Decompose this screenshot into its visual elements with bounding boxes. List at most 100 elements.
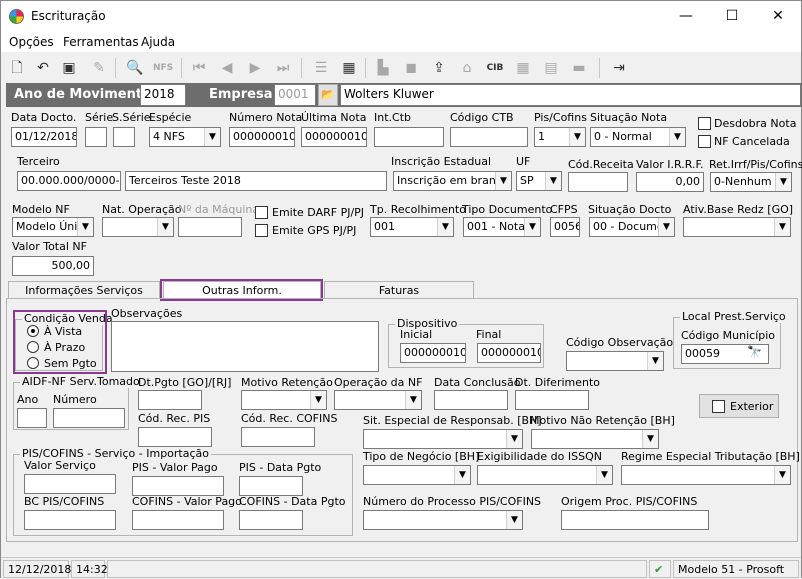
undo-icon[interactable]: ↶ bbox=[33, 58, 53, 78]
exterior-checkbox[interactable] bbox=[712, 400, 725, 413]
uf-select[interactable]: SP ▼ bbox=[516, 171, 562, 191]
valor-servico-label: Valor Serviço bbox=[24, 459, 96, 472]
motivo-retencao-select[interactable]: ▼ bbox=[241, 390, 327, 410]
tab-faturas[interactable]: Faturas bbox=[324, 281, 474, 299]
exit-icon[interactable]: ⇥ bbox=[609, 58, 629, 78]
new-icon[interactable]: 🗋 bbox=[7, 58, 27, 78]
aidf-numero-field[interactable] bbox=[53, 408, 125, 428]
save-icon[interactable]: ▣ bbox=[59, 58, 79, 78]
grid-icon[interactable]: ▦ bbox=[513, 58, 533, 78]
calculator-icon[interactable]: ▦ bbox=[339, 58, 359, 78]
numero-nota-field[interactable]: 0000000100 bbox=[229, 127, 295, 147]
chevron-down-icon: ▼ bbox=[775, 173, 791, 191]
chevron-down-icon: ▼ bbox=[669, 128, 685, 146]
inicial-field[interactable]: 0000000100 bbox=[400, 343, 466, 363]
minimize-button[interactable]: — bbox=[663, 1, 709, 32]
ret-select[interactable]: 0-Nenhum ▼ bbox=[710, 172, 792, 192]
ativ-base-select[interactable]: ▼ bbox=[683, 217, 791, 237]
data-conclusao-field[interactable] bbox=[434, 390, 508, 410]
tipo-negocio-select[interactable]: ▼ bbox=[363, 465, 471, 485]
sit-especial-select[interactable]: ▼ bbox=[363, 429, 523, 449]
menu-ajuda[interactable]: Ajuda bbox=[141, 35, 175, 49]
n-maquina-field[interactable] bbox=[178, 217, 242, 237]
chevron-down-icon: ▼ bbox=[647, 352, 663, 370]
folder-icon[interactable]: ▙ bbox=[373, 58, 393, 78]
last-icon[interactable]: ⏭ bbox=[273, 58, 293, 78]
origem-proc-field[interactable] bbox=[561, 510, 709, 530]
chevron-down-icon: ▼ bbox=[642, 430, 658, 448]
tp-recolhimento-select[interactable]: 001 ▼ bbox=[370, 217, 454, 237]
list-icon[interactable]: ☰ bbox=[311, 58, 331, 78]
maximize-button[interactable]: ☐ bbox=[709, 1, 755, 32]
emite-gps-checkbox[interactable] bbox=[255, 224, 268, 237]
cod-receita-field[interactable] bbox=[568, 172, 628, 192]
nfs-icon[interactable]: NFS bbox=[153, 58, 173, 78]
desdobra-nota-checkbox[interactable] bbox=[698, 117, 711, 130]
close-button[interactable]: ✕ bbox=[755, 1, 801, 32]
cod-rec-cofins-field[interactable] bbox=[241, 427, 315, 447]
emite-darf-checkbox[interactable] bbox=[255, 206, 268, 219]
sserie-field[interactable] bbox=[113, 127, 135, 147]
cib-icon[interactable]: CIB bbox=[485, 58, 505, 78]
exterior-checkbox-group[interactable]: Exterior bbox=[699, 394, 779, 418]
situacao-nota-select[interactable]: 0 - Normal ▼ bbox=[590, 127, 686, 147]
grid2-icon[interactable]: ▤ bbox=[541, 58, 561, 78]
exigibilidade-select[interactable]: ▼ bbox=[477, 465, 613, 485]
terceiro-code-field[interactable]: 00.000.000/0000-00 bbox=[17, 171, 121, 191]
tipo-documento-select[interactable]: 001 - Nota F ▼ bbox=[463, 217, 541, 237]
dt-diferimento-field[interactable] bbox=[515, 390, 589, 410]
main-window: Escrituração — ☐ ✕ Opções Ferramentas Aj… bbox=[0, 0, 802, 579]
cod-rec-pis-field[interactable] bbox=[138, 427, 212, 447]
operacao-nf-select[interactable]: ▼ bbox=[334, 390, 422, 410]
house-icon[interactable]: ⌂ bbox=[457, 58, 477, 78]
folder-open-icon[interactable]: 📂 bbox=[318, 84, 338, 106]
ano-field[interactable]: 2018 bbox=[140, 84, 186, 106]
delete-icon[interactable]: ✎ bbox=[89, 58, 109, 78]
numero-processo-select[interactable]: ▼ bbox=[363, 510, 523, 530]
valor-total-field[interactable]: 500,00 bbox=[12, 256, 94, 276]
regime-select[interactable]: ▼ bbox=[621, 465, 791, 485]
nat-operacao-select[interactable]: ▼ bbox=[102, 217, 174, 237]
bc-pis-field[interactable] bbox=[24, 510, 116, 530]
final-field[interactable]: 0000000100 bbox=[477, 343, 541, 363]
codigo-ctb-field[interactable] bbox=[450, 127, 528, 147]
int-ctb-field[interactable] bbox=[374, 127, 444, 147]
upload-icon[interactable]: ⇪ bbox=[429, 58, 449, 78]
menu-ferramentas[interactable]: Ferramentas bbox=[63, 35, 139, 49]
codigo-observacao-select[interactable]: ▼ bbox=[566, 351, 664, 371]
local-prest-label: Local Prest.Serviço bbox=[680, 310, 788, 323]
box-icon[interactable]: ◼ bbox=[401, 58, 421, 78]
situacao-docto-select[interactable]: 00 - Documer ▼ bbox=[589, 217, 675, 237]
first-icon[interactable]: ⏮ bbox=[189, 58, 209, 78]
pis-cofins-select[interactable]: 1 ▼ bbox=[534, 127, 586, 147]
bar-icon[interactable]: ▬ bbox=[569, 58, 589, 78]
next-icon[interactable]: ▶ bbox=[245, 58, 265, 78]
motivo-nao-ret-select[interactable]: ▼ bbox=[531, 429, 659, 449]
data-docto-field[interactable]: 01/12/2018 bbox=[11, 127, 77, 147]
cfps-field[interactable]: 0056 bbox=[550, 217, 580, 237]
preview-icon[interactable]: 🔍 bbox=[125, 58, 145, 78]
menu-opcoes[interactable]: Opções bbox=[9, 35, 54, 49]
prev-icon[interactable]: ◀ bbox=[217, 58, 237, 78]
nf-cancelada-checkbox[interactable] bbox=[698, 135, 711, 148]
serie-field[interactable] bbox=[85, 127, 107, 147]
ultima-nota-field[interactable]: 0000000100 bbox=[301, 127, 367, 147]
inscricao-select[interactable]: Inscrição em branco ▼ bbox=[393, 171, 512, 191]
aidf-ano-field[interactable] bbox=[17, 408, 47, 428]
binoculars-icon[interactable]: 🔭 bbox=[747, 345, 762, 359]
modelo-nf-select[interactable]: Modelo Únic ▼ bbox=[12, 217, 94, 237]
pis-data-field[interactable] bbox=[239, 476, 303, 496]
empresa-code-field[interactable]: 0001 bbox=[274, 84, 316, 106]
cofins-data-field[interactable] bbox=[239, 510, 303, 530]
cofins-valor-field[interactable] bbox=[132, 510, 224, 530]
pis-valor-field[interactable] bbox=[132, 476, 224, 496]
especie-label: Espécie bbox=[149, 111, 192, 124]
valor-servico-field[interactable] bbox=[24, 474, 116, 494]
chevron-down-icon: ▼ bbox=[774, 466, 790, 484]
numero-nota-label: Número Nota bbox=[229, 111, 303, 124]
valor-irrf-field[interactable]: 0,00 bbox=[636, 172, 704, 192]
tab-informacoes-servicos[interactable]: Informações Serviços bbox=[8, 281, 160, 299]
observacoes-textarea[interactable] bbox=[111, 321, 379, 372]
especie-select[interactable]: 4 NFS ▼ bbox=[149, 127, 221, 147]
dt-pgto-field[interactable] bbox=[138, 390, 202, 410]
